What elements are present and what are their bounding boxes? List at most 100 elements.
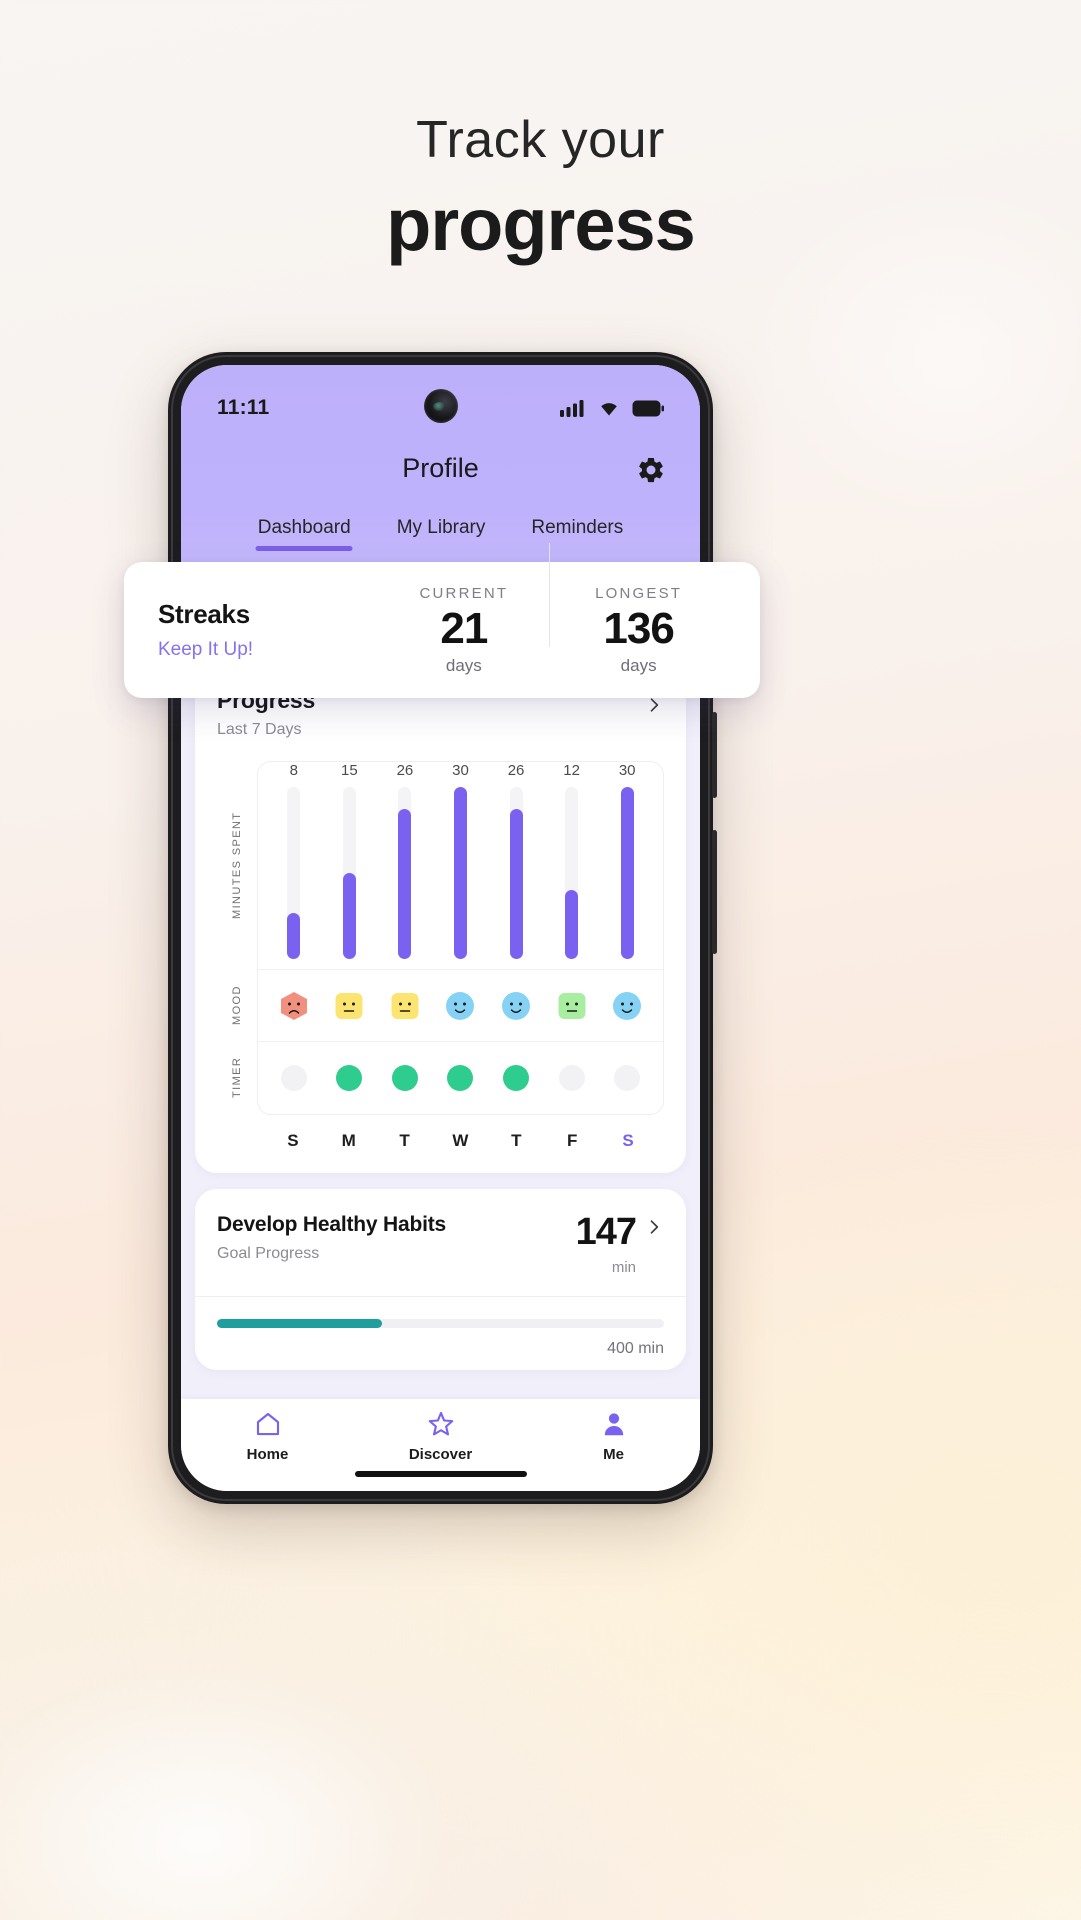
day-label: F bbox=[566, 1131, 578, 1150]
nav-item-me[interactable]: Me bbox=[554, 1409, 674, 1463]
streak-current-unit: days bbox=[445, 655, 482, 675]
day-label: S bbox=[287, 1131, 299, 1150]
timer-dot-inactive bbox=[614, 1065, 641, 1091]
mood-neutral-icon bbox=[335, 992, 363, 1019]
bar-value-label: 8 bbox=[289, 762, 298, 779]
day-label: W bbox=[452, 1131, 469, 1150]
nav-item-home[interactable]: Home bbox=[208, 1409, 328, 1463]
mood-cell bbox=[445, 991, 475, 1021]
hero-headline: Track your progress bbox=[0, 104, 1081, 268]
mood-sad-icon bbox=[280, 991, 307, 1020]
nav-label-home: Home bbox=[246, 1446, 289, 1463]
bar-track bbox=[620, 787, 634, 959]
bar-track bbox=[509, 787, 523, 959]
mood-cell bbox=[612, 991, 642, 1021]
mood-cell bbox=[390, 991, 420, 1021]
goal-progress-track bbox=[217, 1319, 664, 1328]
streak-longest-key: LONGEST bbox=[595, 584, 683, 602]
streak-current-key: CURRENT bbox=[419, 584, 509, 602]
streak-current-value: 21 bbox=[440, 603, 488, 653]
tab-bar: Dashboard My Library Reminders bbox=[181, 517, 700, 551]
page-title: Profile bbox=[402, 453, 479, 483]
bar-value-label: 30 bbox=[618, 762, 636, 779]
dashboard-scroll-area[interactable]: Progress Last 7 Days MINUTES SPENT MOOD … bbox=[181, 577, 700, 1399]
bar-fill bbox=[398, 809, 412, 959]
day-labels-row: SMTWTFS bbox=[257, 1131, 664, 1151]
timer-dot-active bbox=[447, 1065, 474, 1091]
volume-button[interactable] bbox=[712, 712, 717, 798]
bar-fill bbox=[620, 787, 634, 959]
streak-longest-value: 136 bbox=[603, 603, 674, 653]
goal-max-label: 400 min bbox=[607, 1340, 664, 1357]
timer-cell bbox=[390, 1065, 420, 1091]
bar-fill bbox=[287, 912, 301, 959]
bar-column: 15 bbox=[334, 762, 364, 959]
nav-item-discover[interactable]: Discover bbox=[381, 1409, 501, 1463]
streaks-subtitle: Keep It Up! bbox=[158, 639, 254, 660]
timer-cell bbox=[612, 1065, 642, 1091]
goal-progress-fill bbox=[217, 1319, 383, 1328]
goal-title: Develop Healthy Habits bbox=[217, 1213, 446, 1236]
home-icon bbox=[256, 1412, 279, 1436]
bar-column: 8 bbox=[279, 762, 309, 959]
timer-row bbox=[258, 1042, 663, 1114]
bar-column: 26 bbox=[390, 762, 420, 959]
mood-cell bbox=[279, 991, 309, 1021]
bar-column: 26 bbox=[501, 762, 531, 959]
bar-track bbox=[342, 787, 356, 959]
phone-mockup: 11:11 Profile Dashboard My Library Remin… bbox=[168, 352, 717, 1504]
mood-neutral-icon bbox=[558, 992, 586, 1019]
goal-subtitle: Goal Progress bbox=[217, 1245, 320, 1262]
tab-reminders[interactable]: Reminders bbox=[531, 517, 623, 551]
bar-column: 12 bbox=[557, 762, 587, 959]
progress-chart: MINUTES SPENT MOOD TIMER 8 15 26 30 26 12 30 bbox=[217, 761, 664, 1115]
bottom-navigation: Home Discover Me bbox=[181, 1399, 700, 1491]
timer-cell bbox=[501, 1065, 531, 1091]
gear-icon[interactable] bbox=[636, 455, 666, 485]
streak-stat-current: CURRENT 21 days bbox=[376, 585, 551, 676]
day-label: T bbox=[399, 1131, 410, 1150]
tab-dashboard[interactable]: Dashboard bbox=[258, 517, 351, 551]
bar-fill bbox=[509, 809, 523, 959]
mood-row bbox=[258, 970, 663, 1042]
home-indicator bbox=[354, 1471, 527, 1477]
progress-subtitle: Last 7 Days bbox=[217, 721, 302, 738]
wifi-icon bbox=[601, 403, 617, 416]
bar-value-label: 12 bbox=[563, 762, 580, 779]
hero-line-1: Track your bbox=[416, 111, 665, 169]
nav-label-discover: Discover bbox=[408, 1446, 473, 1463]
streaks-card[interactable]: Streaks Keep It Up! CURRENT 21 days LONG… bbox=[124, 542, 760, 698]
bar-column: 30 bbox=[445, 762, 475, 959]
timer-dot-active bbox=[336, 1065, 363, 1091]
status-bar: 11:11 bbox=[181, 391, 700, 425]
bar-fill bbox=[453, 787, 467, 959]
bar-track bbox=[565, 787, 579, 959]
chevron-right-icon[interactable] bbox=[644, 695, 664, 715]
goal-value: 147 bbox=[575, 1211, 637, 1253]
power-button[interactable] bbox=[712, 830, 717, 954]
cellular-signal-icon bbox=[560, 400, 584, 417]
bar-track bbox=[287, 787, 301, 959]
mood-cell bbox=[557, 991, 587, 1021]
tab-my-library[interactable]: My Library bbox=[397, 517, 486, 551]
chevron-right-icon[interactable] bbox=[644, 1217, 664, 1237]
mood-happy-icon bbox=[446, 991, 475, 1020]
person-icon bbox=[604, 1413, 623, 1436]
timer-cell bbox=[279, 1065, 309, 1091]
progress-card[interactable]: Progress Last 7 Days MINUTES SPENT MOOD … bbox=[195, 663, 686, 1173]
goal-card[interactable]: Develop Healthy Habits Goal Progress 147… bbox=[195, 1189, 686, 1370]
star-icon bbox=[428, 1411, 453, 1436]
bar-fill bbox=[565, 890, 579, 959]
timer-dot-active bbox=[391, 1065, 418, 1091]
bar-value-label: 15 bbox=[341, 762, 358, 779]
timer-dot-inactive bbox=[280, 1065, 307, 1091]
background-cloud-left bbox=[0, 1660, 460, 1920]
hero-line-2: progress bbox=[386, 183, 696, 266]
timer-cell bbox=[334, 1065, 364, 1091]
bar-value-label: 30 bbox=[452, 762, 469, 779]
bar-value-label: 26 bbox=[396, 762, 414, 779]
app-header: 11:11 Profile Dashboard My Library Remin… bbox=[181, 365, 700, 577]
nav-label-me: Me bbox=[603, 1446, 624, 1463]
phone-screen: 11:11 Profile Dashboard My Library Remin… bbox=[181, 365, 700, 1491]
mood-cell bbox=[334, 991, 364, 1021]
